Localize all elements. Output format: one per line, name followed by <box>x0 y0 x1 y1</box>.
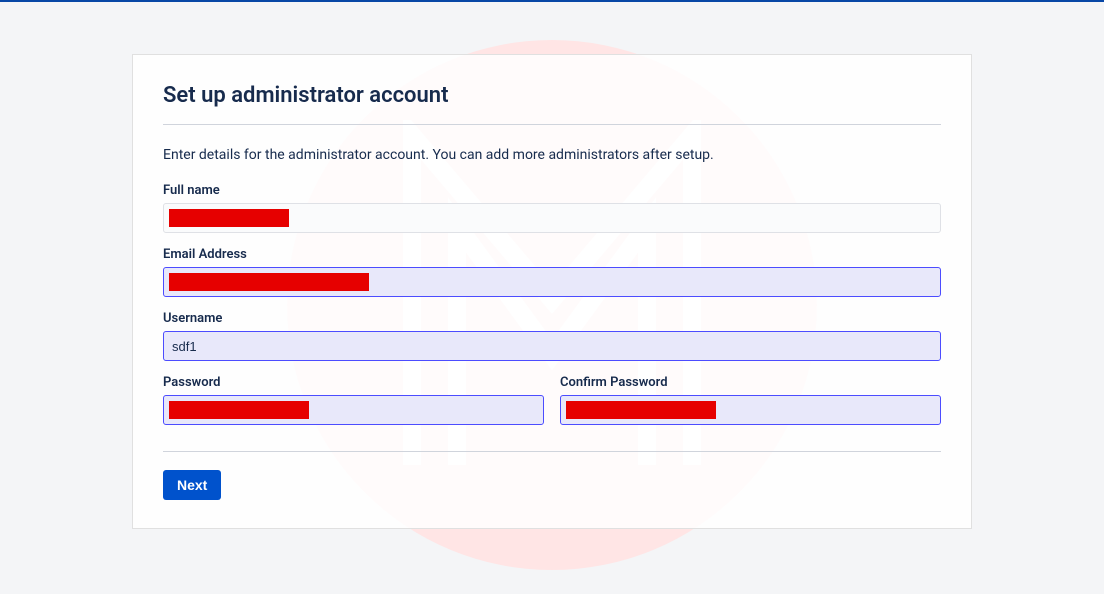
button-row: Next <box>163 470 941 500</box>
setup-card: Set up administrator account Enter detai… <box>132 54 972 529</box>
next-button[interactable]: Next <box>163 470 221 500</box>
fullname-label: Full name <box>163 183 941 198</box>
username-group: Username <box>163 311 941 361</box>
top-accent-border <box>0 0 1104 2</box>
redaction-block <box>169 209 289 227</box>
username-input[interactable] <box>163 331 941 361</box>
confirm-password-group: Confirm Password <box>560 375 941 425</box>
password-label: Password <box>163 375 544 390</box>
fullname-group: Full name <box>163 183 941 233</box>
title-divider <box>163 124 941 125</box>
page-title: Set up administrator account <box>163 83 941 108</box>
form-divider <box>163 451 941 452</box>
email-label: Email Address <box>163 247 941 262</box>
username-label: Username <box>163 311 941 326</box>
redaction-block <box>169 273 369 291</box>
redaction-block <box>566 401 716 419</box>
password-row: Password Confirm Password <box>163 375 941 425</box>
confirm-password-label: Confirm Password <box>560 375 941 390</box>
redaction-block <box>169 401 309 419</box>
page-description: Enter details for the administrator acco… <box>163 147 941 163</box>
password-group: Password <box>163 375 544 425</box>
email-group: Email Address <box>163 247 941 297</box>
